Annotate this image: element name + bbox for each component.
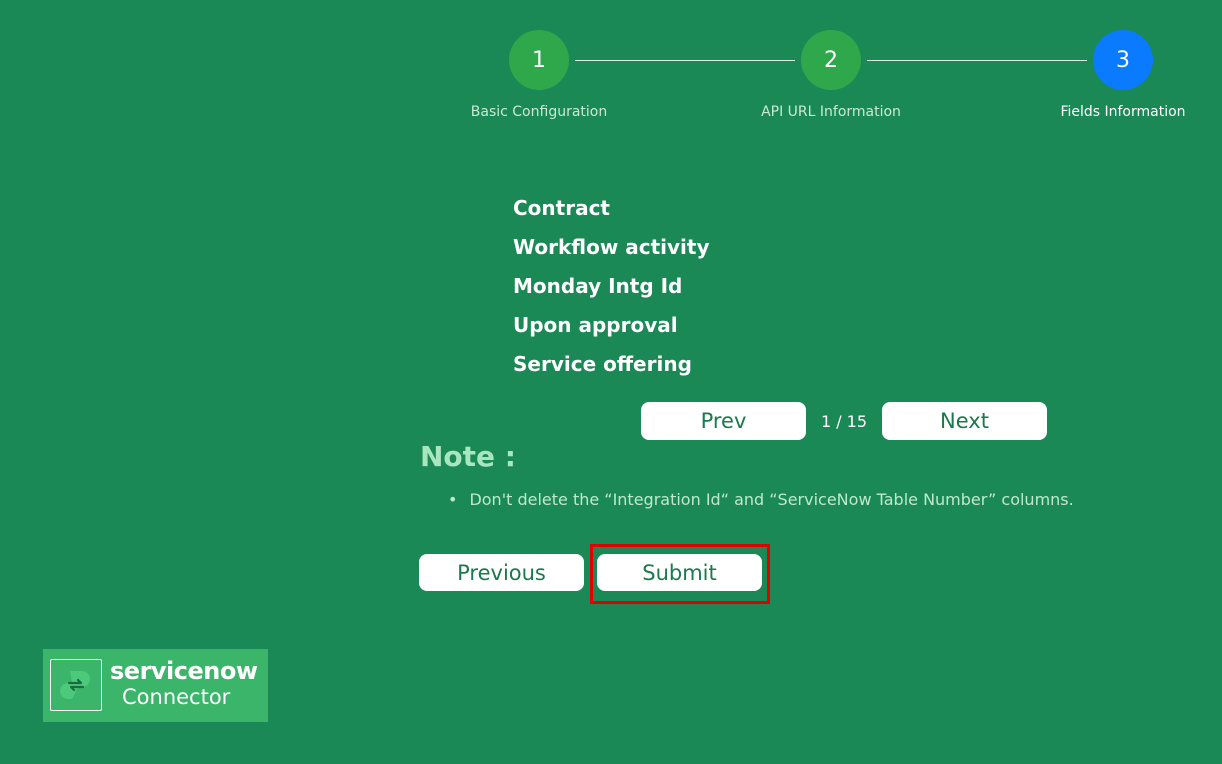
list-item: Service offering — [513, 352, 692, 376]
logo-sub-text: Connector — [122, 685, 231, 709]
step-label-2: API URL Information — [761, 104, 901, 120]
step-circle-1: 1 — [509, 30, 569, 90]
step-fields-information[interactable]: 3 Fields Information — [1043, 30, 1203, 120]
step-basic-configuration[interactable]: 1 Basic Configuration — [459, 30, 619, 120]
list-item: Workflow activity — [513, 235, 710, 259]
servicenow-connector-logo: servicenow Connector — [43, 649, 268, 722]
step-api-url-information[interactable]: 2 API URL Information — [751, 30, 911, 120]
next-page-button[interactable]: Next — [882, 402, 1047, 440]
connector-sync-icon — [50, 659, 102, 711]
prev-page-button[interactable]: Prev — [641, 402, 806, 440]
previous-button[interactable]: Previous — [419, 554, 584, 591]
list-item: Monday Intg Id — [513, 274, 683, 298]
list-item: Contract — [513, 196, 610, 220]
logo-brand-text: servicenow — [110, 657, 258, 685]
step-circle-2: 2 — [801, 30, 861, 90]
page: 1 Basic Configuration 2 API URL Informat… — [0, 0, 1222, 764]
step-label-3: Fields Information — [1060, 104, 1186, 120]
step-label-1: Basic Configuration — [470, 104, 608, 120]
list-item: Upon approval — [513, 313, 678, 337]
note-item: Don't delete the “Integration Id“ and “S… — [448, 490, 1073, 509]
step-circle-3: 3 — [1093, 30, 1153, 90]
sync-arrows-icon — [60, 671, 90, 699]
note-list: Don't delete the “Integration Id“ and “S… — [448, 490, 1073, 509]
submit-button[interactable]: Submit — [597, 554, 762, 591]
note-title: Note : — [420, 440, 516, 473]
page-counter: 1 / 15 — [820, 412, 868, 431]
field-list: Contract Workflow activity Monday Intg I… — [513, 193, 710, 388]
